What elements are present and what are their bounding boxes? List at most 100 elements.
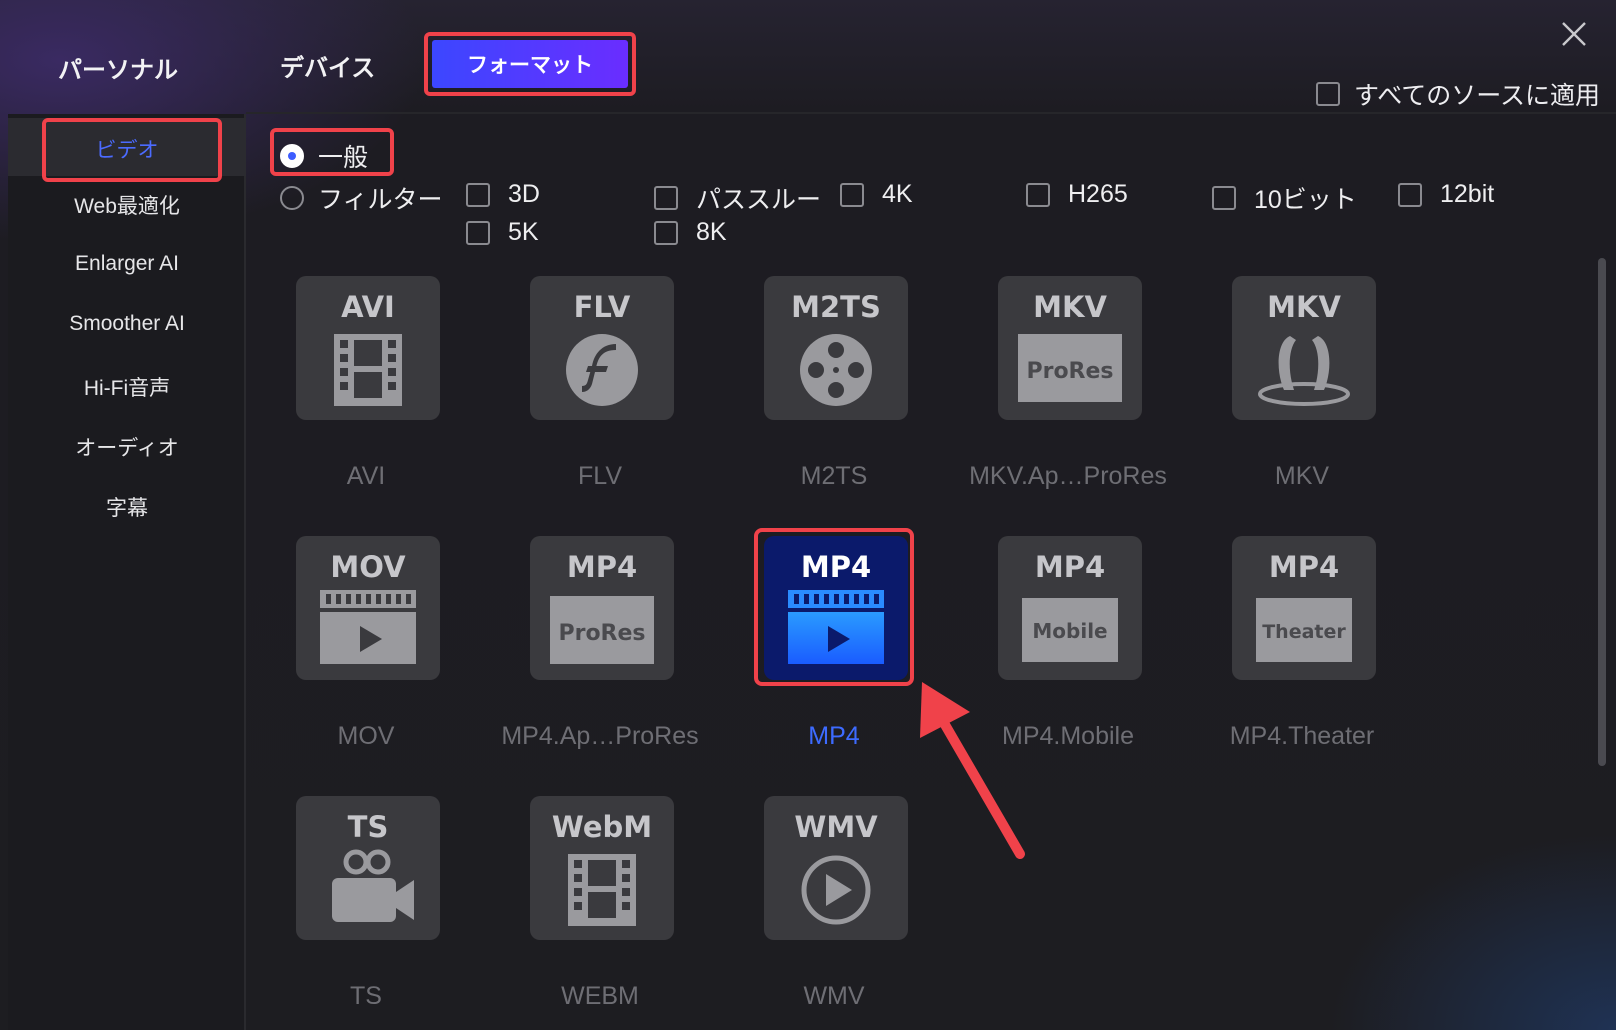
- format-tile-avi[interactable]: AVI: [296, 276, 440, 420]
- format-label-mp4-prores: MP4.Ap…ProRes: [501, 722, 699, 750]
- format-label-mp4-theater: MP4.Theater: [1229, 722, 1375, 750]
- format-label-ts: TS: [350, 982, 382, 1010]
- prores-badge-icon: ProRes: [1018, 334, 1122, 402]
- format-tile-mov[interactable]: MOV: [296, 536, 440, 680]
- filter-12bit[interactable]: 12bit: [1398, 180, 1494, 209]
- format-label-mkv: MKV: [1274, 462, 1330, 490]
- filter-5k-label: 5K: [508, 218, 539, 246]
- filter-h265-checkbox[interactable]: [1026, 182, 1050, 207]
- svg-text:Theater: Theater: [1262, 621, 1346, 643]
- svg-text:ProRes: ProRes: [558, 621, 645, 646]
- annotation-arrow-icon: [920, 682, 1025, 859]
- format-tile-ts[interactable]: TS: [296, 796, 440, 940]
- svg-text:ProRes: ProRes: [1026, 359, 1113, 384]
- sidebar-item-audio[interactable]: オーディオ: [8, 432, 246, 462]
- sidebar-item-web-optimize[interactable]: Web最適化: [8, 190, 246, 220]
- sidebar-item-hifi-audio[interactable]: Hi-Fi音声: [8, 372, 246, 402]
- apply-to-all-label: すべてのソースに適用: [1354, 81, 1601, 110]
- format-tile-mkv-prores[interactable]: MKV ProRes: [998, 276, 1142, 420]
- format-title: MKV: [1267, 290, 1341, 324]
- format-tile-mp4-mobile[interactable]: MP4 Mobile: [998, 536, 1142, 680]
- format-label-webm: WEBM: [561, 982, 639, 1010]
- filter-h265[interactable]: H265: [1026, 180, 1128, 209]
- filter-3d-checkbox[interactable]: [466, 182, 490, 207]
- format-title: M2TS: [791, 290, 881, 324]
- tab-format[interactable]: フォーマット: [432, 40, 628, 88]
- format-title: AVI: [341, 290, 395, 324]
- filter-5k-checkbox[interactable]: [466, 220, 490, 245]
- filter-4k-label: 4K: [882, 180, 913, 208]
- filter-passthrough-label: パススルー: [696, 186, 822, 214]
- svg-text:Mobile: Mobile: [1032, 619, 1107, 643]
- close-button[interactable]: [1558, 18, 1590, 50]
- format-tile-wmv[interactable]: WMV: [764, 796, 908, 940]
- format-dialog: パーソナル デバイス フォーマット すべてのソースに適用 ビデオ Web最適化 …: [0, 0, 1616, 1030]
- play-circle-icon: [801, 855, 871, 925]
- format-label-mkv-prores: MKV.Ap…ProRes: [969, 462, 1167, 490]
- filter-4k[interactable]: 4K: [840, 180, 913, 209]
- format-label-wmv: WMV: [803, 982, 865, 1010]
- format-title: MP4: [1034, 550, 1106, 584]
- format-title: MP4: [1268, 550, 1340, 584]
- prores-badge-icon: ProRes: [550, 596, 654, 664]
- format-tile-m2ts[interactable]: M2TS: [764, 276, 908, 420]
- header-divider: [246, 112, 1616, 114]
- format-title: MKV: [1033, 290, 1107, 324]
- filter-10bit[interactable]: 10ビット: [1212, 180, 1357, 216]
- category-sidebar: ビデオ Web最適化 Enlarger AI Smoother AI Hi-Fi…: [8, 114, 246, 1030]
- format-label-avi: AVI: [346, 462, 386, 490]
- filter-3d[interactable]: 3D: [466, 180, 540, 209]
- format-tile-webm[interactable]: WebM: [530, 796, 674, 940]
- video-camera-icon: [332, 849, 414, 922]
- filter-5k[interactable]: 5K: [466, 218, 539, 247]
- format-title: WebM: [551, 810, 653, 844]
- sidebar-item-enlarger-ai[interactable]: Enlarger AI: [8, 252, 246, 276]
- format-label-mov: MOV: [337, 722, 395, 750]
- radio-filter[interactable]: フィルター: [280, 180, 443, 216]
- filter-passthrough[interactable]: パススルー: [654, 180, 821, 216]
- radio-filter-label: フィルター: [318, 185, 443, 214]
- theater-badge-icon: Theater: [1256, 598, 1352, 662]
- format-tile-mp4-prores[interactable]: MP4 ProRes: [530, 536, 674, 680]
- filter-3d-label: 3D: [508, 180, 540, 208]
- format-label-m2ts: M2TS: [800, 462, 868, 490]
- format-tile-mp4-theater[interactable]: MP4 Theater: [1232, 536, 1376, 680]
- sidebar-item-smoother-ai[interactable]: Smoother AI: [8, 312, 246, 336]
- filter-h265-label: H265: [1068, 180, 1128, 208]
- filter-8k-checkbox[interactable]: [654, 220, 678, 245]
- sidebar-item-video[interactable]: ビデオ: [8, 134, 246, 164]
- close-icon: [1562, 22, 1586, 46]
- clapperboard-icon: [320, 590, 416, 664]
- radio-general-label: 一般: [318, 143, 369, 172]
- matroska-icon: [1258, 336, 1350, 406]
- filter-4k-checkbox[interactable]: [840, 182, 864, 207]
- format-tile-mkv[interactable]: MKV: [1232, 276, 1376, 420]
- filter-10bit-checkbox[interactable]: [1212, 186, 1236, 210]
- format-tile-flv[interactable]: FLV: [530, 276, 674, 420]
- format-title: MP4: [566, 550, 638, 584]
- flash-icon: [566, 334, 638, 406]
- format-list-scrollbar[interactable]: [1598, 258, 1606, 766]
- filter-8k-label: 8K: [696, 218, 727, 246]
- tab-personal[interactable]: パーソナル: [58, 50, 178, 85]
- radio-general[interactable]: 一般: [280, 138, 368, 174]
- format-title: MOV: [330, 550, 406, 584]
- annotation-highlight-mp4: [754, 528, 914, 686]
- format-title: TS: [347, 810, 389, 844]
- apply-to-all-sources[interactable]: すべてのソースに適用: [1316, 76, 1600, 112]
- mobile-badge-icon: Mobile: [1022, 598, 1118, 662]
- radio-filter-indicator[interactable]: [280, 186, 304, 210]
- filter-passthrough-checkbox[interactable]: [654, 186, 678, 210]
- film-strip-icon: [568, 854, 636, 926]
- filter-12bit-checkbox[interactable]: [1398, 182, 1422, 207]
- format-title: FLV: [573, 290, 631, 324]
- format-label-flv: FLV: [578, 462, 622, 490]
- apply-to-all-checkbox[interactable]: [1316, 82, 1340, 106]
- film-strip-icon: [334, 334, 402, 406]
- radio-general-indicator[interactable]: [280, 144, 304, 168]
- sidebar-item-subtitles[interactable]: 字幕: [8, 492, 246, 522]
- filter-8k[interactable]: 8K: [654, 218, 727, 247]
- tab-device[interactable]: デバイス: [280, 48, 375, 83]
- film-reel-icon: [800, 334, 872, 406]
- background-glow: [1196, 710, 1616, 1030]
